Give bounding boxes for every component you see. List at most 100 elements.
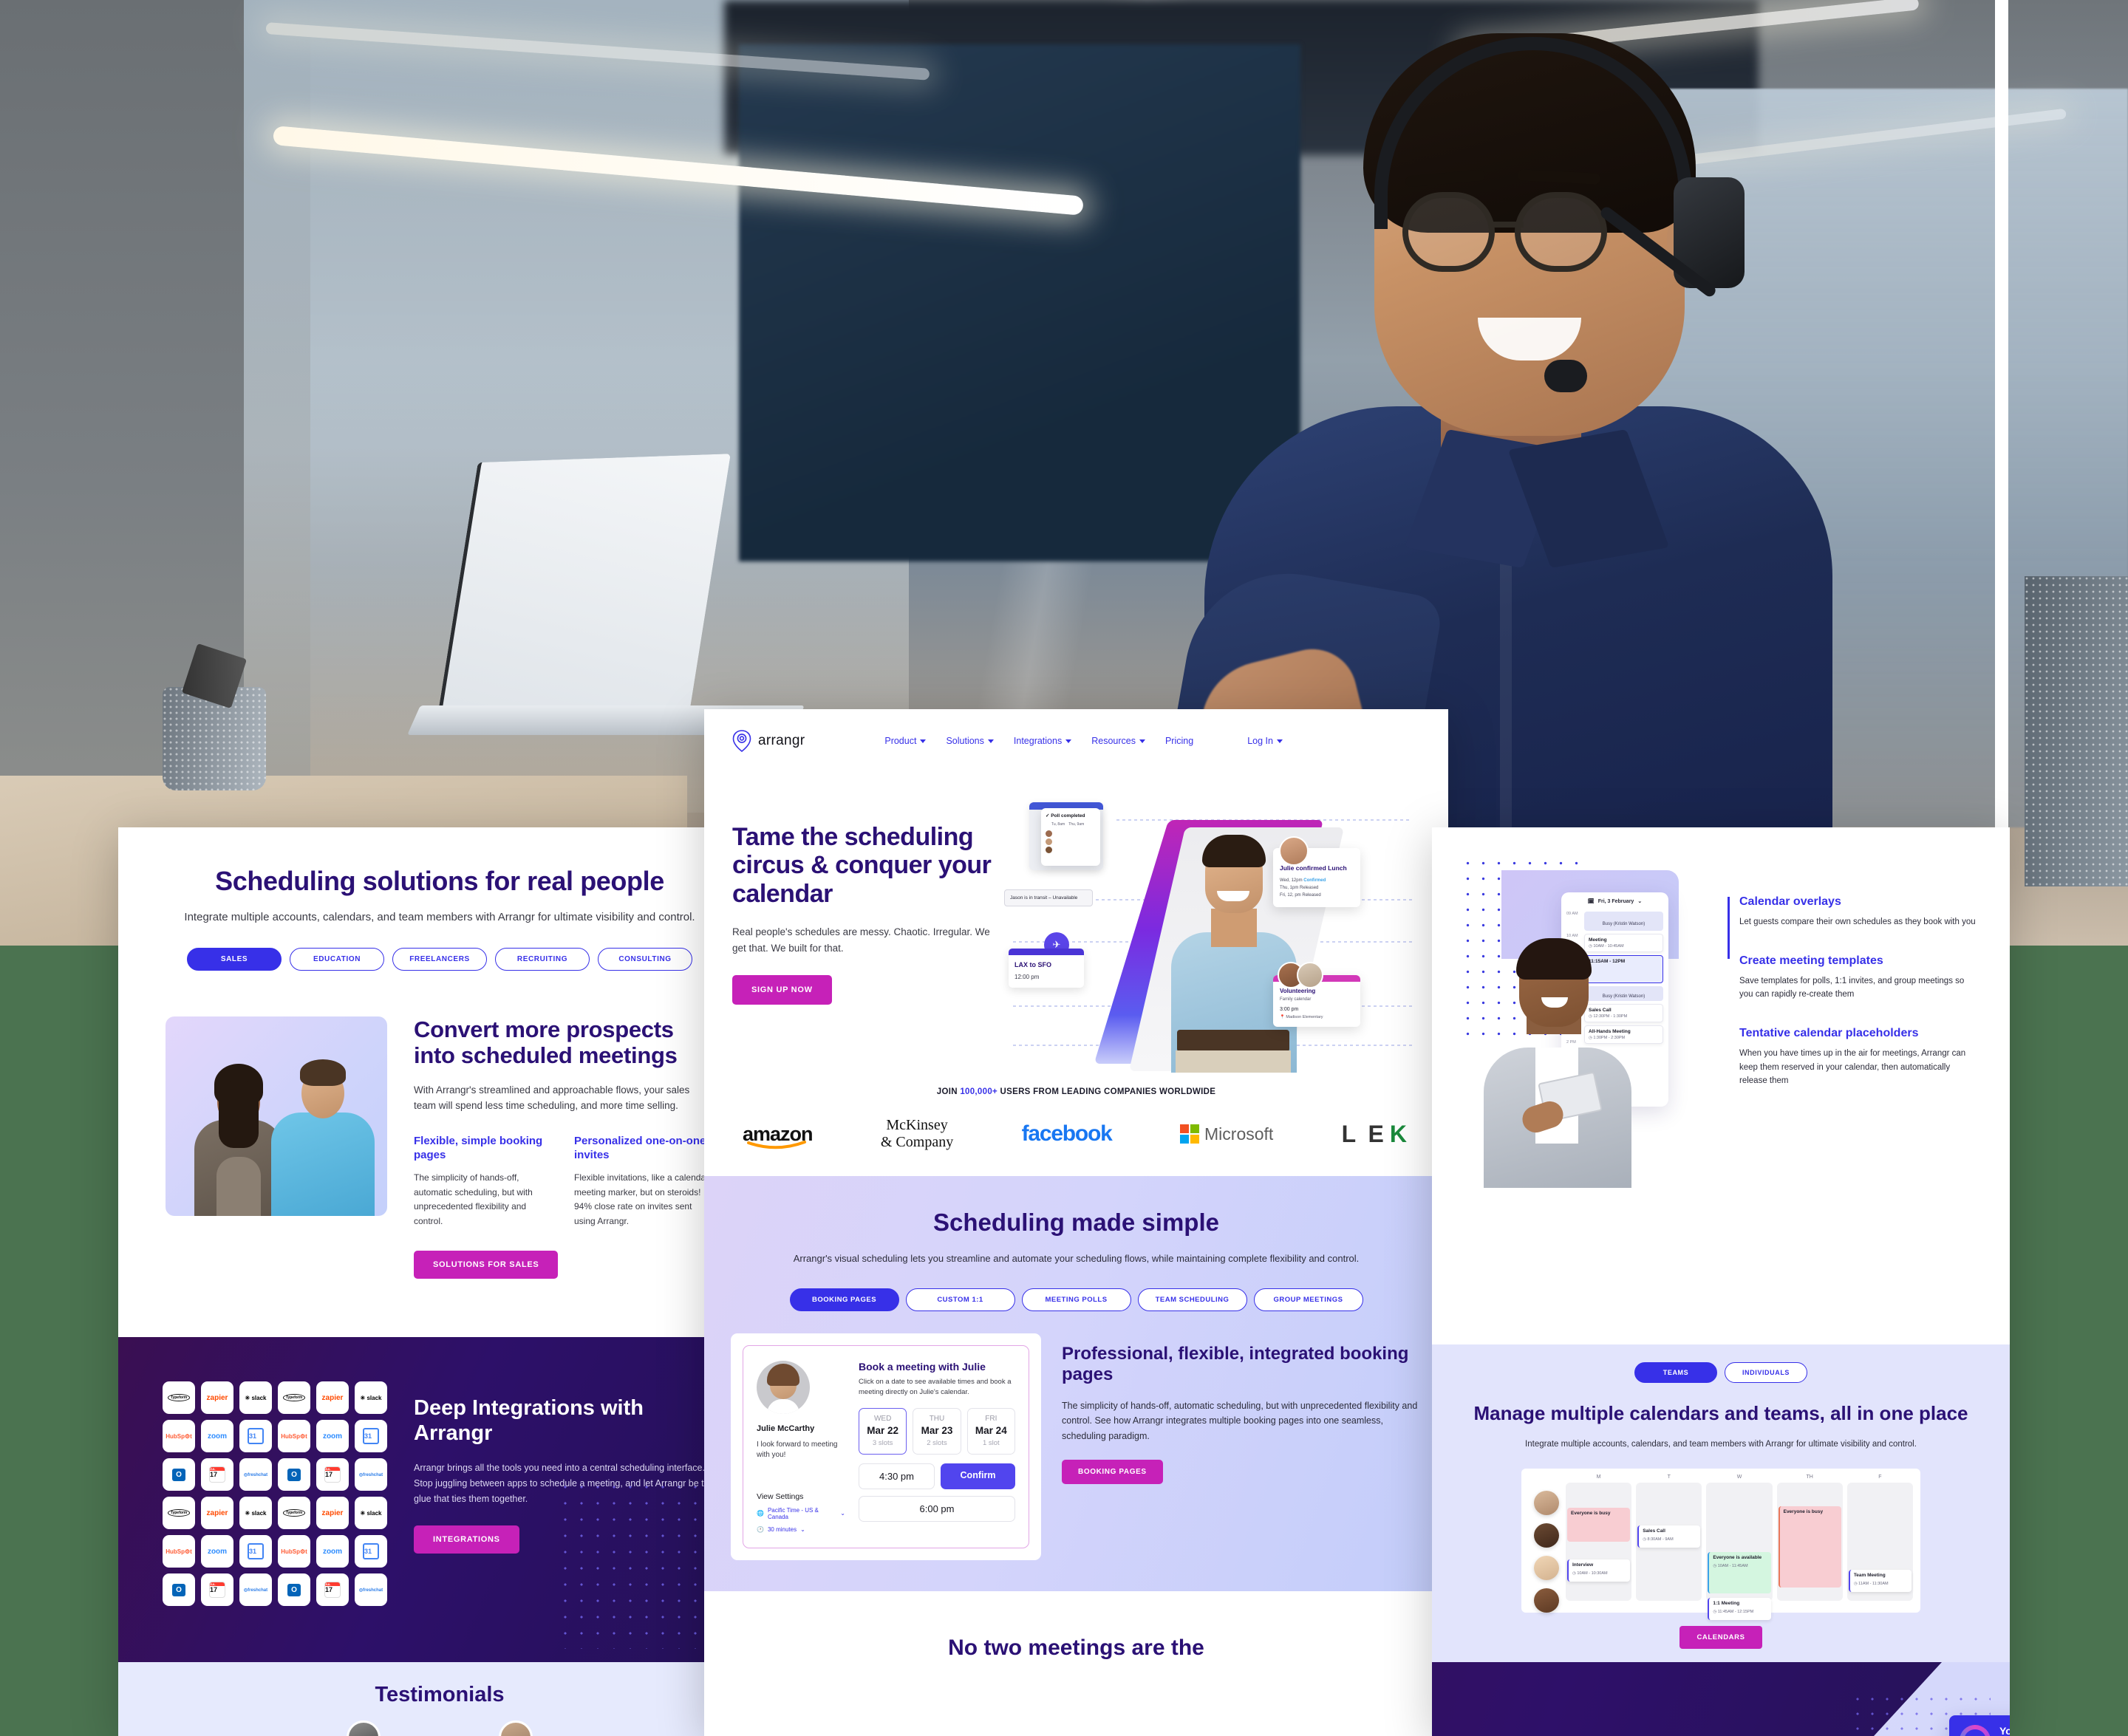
tab-consulting[interactable]: CONSULTING [598,948,692,971]
chevron-down-icon: ⌄ [800,1525,805,1533]
testimonials-heading: Testimonials [375,1683,505,1706]
poll-option: Thu, 9am [1068,822,1085,827]
booking-card-right: Book a meeting with Julie Click on a dat… [859,1361,1015,1533]
event-sales-call[interactable]: Sales Call ◷ 8:30AM - 9AM [1637,1525,1701,1548]
booking-pages-button[interactable]: BOOKING PAGES [1062,1459,1163,1484]
date-value: Mar 23 [921,1425,953,1436]
timezone-selector[interactable]: 🌐 Pacific Time - US & Canada ⌄ [757,1507,845,1520]
feature-heading: Tentative calendar placeholders [1739,1026,1919,1039]
figure-man [269,1050,376,1216]
chevron-down-icon [1139,739,1145,743]
calendar-day-columns: M Everyone is busy Interview ◷ 10AM - 10:… [1566,1474,1914,1621]
logo-outlook: O [278,1573,310,1606]
nav-label: Pricing [1164,736,1194,746]
join-prefix: JOIN [936,1087,961,1096]
event-one-on-one[interactable]: 1:1 Meeting ◷ 11:45AM - 12:15PM [1708,1598,1771,1621]
nav-label: Product [884,736,917,746]
integrations-heading: Deep Integrations with Arrangr [414,1396,644,1445]
left-subheading: Integrate multiple accounts, calendars, … [184,910,695,923]
poll-complete-card: 4/4 Your poll is complete Everyone has r… [1949,1715,2010,1736]
flight-title: LAX to SFO [1014,961,1051,968]
date-weekday: FRI [985,1415,998,1423]
feature-col-body: Flexible invitations, like a calendar me… [574,1172,709,1226]
event-everyone-available[interactable]: Everyone is available ◷ 10AM - 11:45AM [1708,1552,1771,1594]
feature-col-heading: Flexible, simple booking pages [414,1134,543,1161]
event-team-meeting[interactable]: Team Meeting ◷ 11AM - 11:30AM [1848,1570,1912,1593]
feature-col-heading: Personalized one-on-one invites [574,1134,706,1161]
tab-custom-1-1[interactable]: CUSTOM 1:1 [905,1288,1015,1311]
event-title: Meeting [1589,937,1607,943]
row-when: Thu, 1pm [1280,886,1299,891]
feature-body: When you have times up in the air for me… [1739,1048,1966,1086]
duration-selector[interactable]: 🕐 30 minutes ⌄ [757,1526,845,1533]
hero-section: Tame the scheduling circus & conquer you… [704,752,1448,1073]
event-everyone-busy[interactable]: Everyone is busy [1778,1506,1841,1588]
mesh-chair [2025,576,2128,886]
day-track: Team Meeting ◷ 11AM - 11:30AM [1846,1483,1914,1602]
date-option-wed[interactable]: WED Mar 22 3 slots [859,1408,907,1455]
date-slots: 2 slots [927,1439,947,1447]
volunteering-place: 📍 Madison Elementary [1280,1015,1323,1019]
toggle-individuals[interactable]: INDIVIDUALS [1725,1362,1807,1383]
calendar-event-busy[interactable]: Busy (Kristin Watson) [1584,912,1663,931]
microsoft-squares-icon [1180,1124,1200,1144]
nav-item-integrations[interactable]: Integrations [1014,736,1072,746]
calendar-date-label: Fri, 3 February [1597,898,1634,904]
booking-title: Book a meeting with Julie [859,1360,986,1373]
logo-google-calendar: 31 [239,1535,272,1568]
logo-hubspot: HubSp⚙t [163,1535,195,1568]
logo-zoom: zoom [316,1535,349,1568]
logo-typeform: Typeform [278,1497,310,1529]
event-interview[interactable]: Interview ◷ 10AM - 10:30AM [1567,1559,1631,1582]
logo-slack: ✳ slack [355,1381,387,1414]
booking-card-left: Julie McCarthy I look forward to meeting… [757,1360,845,1533]
logo-freshchat: ◎freshchat [239,1573,272,1606]
calendars-button[interactable]: CALENDARS [1679,1626,1762,1650]
tab-freelancers[interactable]: FREELANCERS [392,948,487,971]
transit-card: Jason is in transit – Unavailable [1004,889,1093,907]
event-everyone-busy[interactable]: Everyone is busy [1567,1508,1631,1542]
tab-education[interactable]: EDUCATION [290,948,384,971]
amazon-swoosh-icon [747,1140,806,1149]
nav-item-product[interactable]: Product [884,736,927,746]
nav-item-login[interactable]: Log In [1247,736,1283,746]
date-slots: 3 slots [872,1439,893,1447]
time-slot-430[interactable]: 4:30 pm [859,1463,935,1489]
tab-booking-pages[interactable]: BOOKING PAGES [789,1288,899,1311]
join-count: 100,000+ [960,1087,998,1096]
time-slot-600[interactable]: 6:00 pm [859,1496,1015,1522]
nav-item-solutions[interactable]: Solutions [946,736,994,746]
made-simple-paragraph: Arrangr's visual scheduling lets you str… [793,1253,1360,1264]
logo-freshchat: ◎freshchat [239,1458,272,1491]
nav-item-resources[interactable]: Resources [1091,736,1145,746]
confirm-button[interactable]: Confirm [941,1463,1015,1489]
avatar [1534,1556,1559,1581]
logo-zapier: zapier [201,1497,233,1529]
confirmed-rows: Wed, 12pm Confirmed Thu, 1pm Released Fr… [1280,877,1354,900]
center-page-panel: arrangr Product Solutions Integrations R… [704,709,1448,1736]
date-option-fri[interactable]: FRI Mar 24 1 slot [966,1408,1015,1455]
nav-item-pricing[interactable]: Pricing [1165,736,1193,746]
brand-logo[interactable]: arrangr [732,730,805,752]
logo-zoom: zoom [201,1420,233,1452]
calendar-header[interactable]: 🗓 Fri, 3 February ⌄ [1566,898,1663,905]
tab-recruiting[interactable]: RECRUITING [495,948,590,971]
date-option-thu[interactable]: THU Mar 23 2 slots [913,1408,961,1455]
feature-column: Personalized one-on-one invites Flexible… [574,1135,714,1228]
chevron-down-icon: ⌄ [1637,899,1643,904]
tab-team-scheduling[interactable]: TEAM SCHEDULING [1137,1288,1247,1311]
join-suffix: USERS FROM LEADING COMPANIES WORLDWIDE [998,1087,1216,1096]
toggle-teams[interactable]: TEAMS [1634,1362,1717,1383]
tab-group-meetings[interactable]: GROUP MEETINGS [1253,1288,1363,1311]
tab-sales[interactable]: SALES [187,948,282,971]
solutions-for-sales-button[interactable]: SOLUTIONS FOR SALES [414,1251,559,1279]
booking-pages-heading: Professional, flexible, integrated booki… [1062,1343,1409,1384]
booking-subtitle: Click on a date to see available times a… [859,1377,1012,1396]
tab-meeting-polls[interactable]: MEETING POLLS [1021,1288,1131,1311]
integrations-button[interactable]: INTEGRATIONS [414,1525,519,1554]
avatar [1534,1523,1559,1548]
headset-microphone [1544,360,1587,392]
integrations-text: Deep Integrations with Arrangr Arrangr b… [414,1396,717,1554]
signup-button[interactable]: SIGN UP NOW [732,975,832,1005]
globe-icon: 🌐 [757,1510,764,1517]
